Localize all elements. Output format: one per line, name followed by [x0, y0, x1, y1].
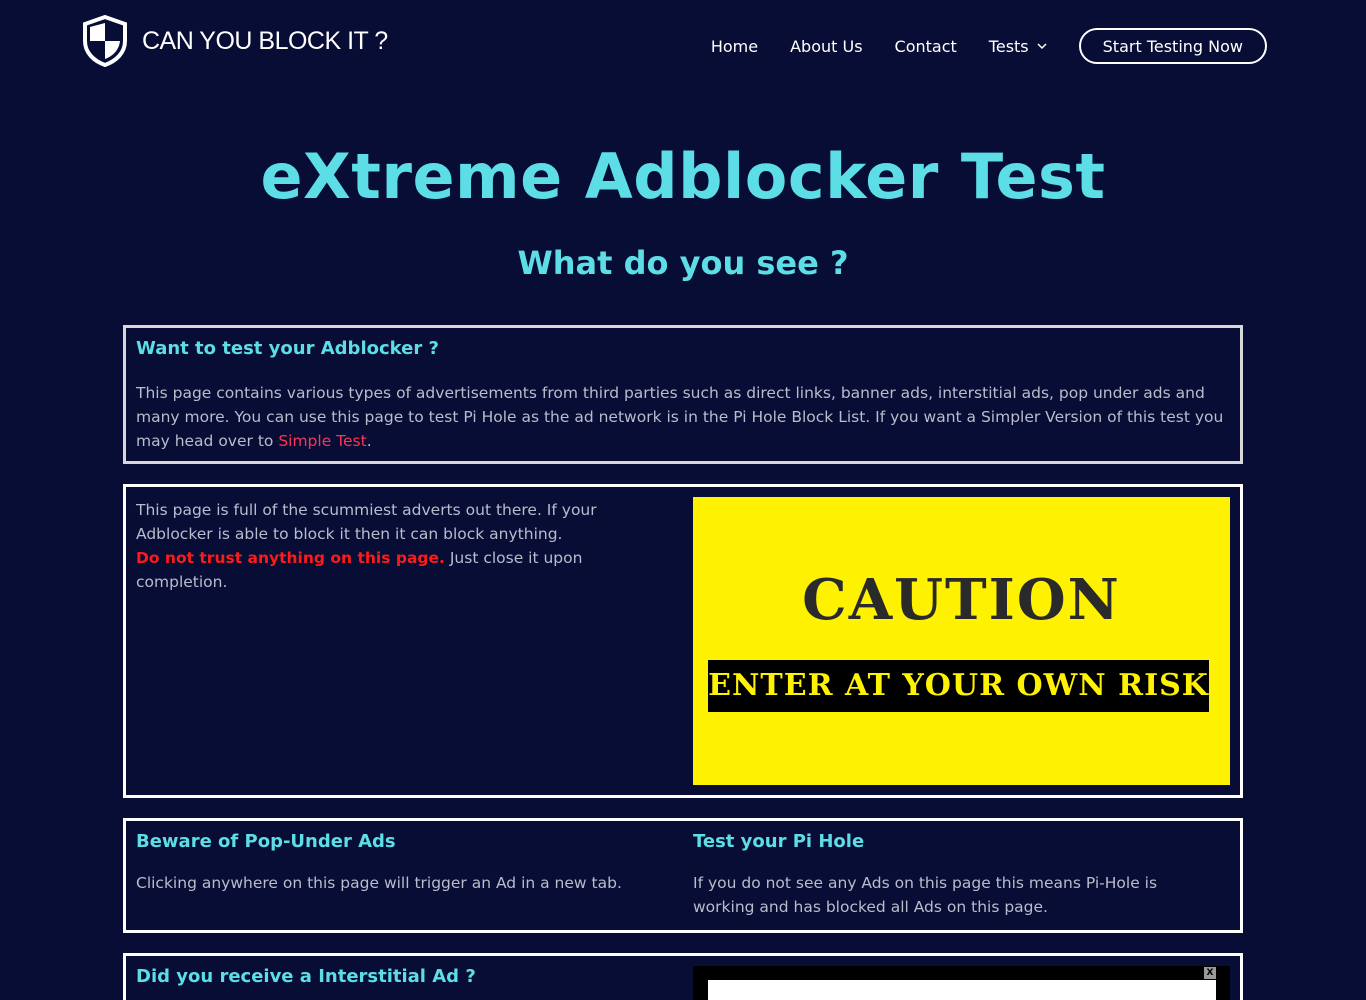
- site-header: CAN YOU BLOCK IT ? Home About Us Contact…: [0, 0, 1366, 92]
- close-icon[interactable]: X: [1204, 967, 1216, 979]
- chevron-down-icon: [1037, 43, 1047, 50]
- pihole-text: If you do not see any Ads on this page t…: [693, 874, 1158, 916]
- nav-home[interactable]: Home: [711, 37, 758, 56]
- site-logo[interactable]: CAN YOU BLOCK IT ?: [82, 15, 388, 67]
- intro-section: Want to test your Adblocker ? This page …: [123, 325, 1243, 464]
- page-title: eXtreme Adblocker Test: [260, 140, 1106, 213]
- warning-section: This page is full of the scummiest adver…: [123, 484, 1243, 798]
- page-subtitle: What do you see ?: [517, 244, 849, 282]
- start-testing-button[interactable]: Start Testing Now: [1078, 28, 1267, 64]
- nav-about-us[interactable]: About Us: [790, 37, 862, 56]
- warning-text: This page is full of the scummiest adver…: [136, 498, 666, 594]
- main-nav: Home About Us Contact Tests Start Testin…: [711, 28, 1267, 64]
- popunder-info: Beware of Pop-Under Ads Clicking anywher…: [136, 831, 666, 895]
- caution-band: ENTER AT YOUR OWN RISK: [708, 660, 1209, 712]
- pihole-info: Test your Pi Hole If you do not see any …: [693, 831, 1223, 919]
- popunder-heading: Beware of Pop-Under Ads: [136, 831, 396, 852]
- popunder-text: Clicking anywhere on this page will trig…: [136, 874, 622, 892]
- warning-text-body: This page is full of the scummiest adver…: [136, 501, 597, 543]
- logo-text: CAN YOU BLOCK IT ?: [142, 26, 388, 55]
- shield-icon: [83, 15, 127, 67]
- interstitial-ad-frame[interactable]: X: [693, 966, 1230, 1000]
- nav-contact[interactable]: Contact: [895, 37, 957, 56]
- nav-tests[interactable]: Tests: [989, 37, 1047, 56]
- caution-title: CAUTION: [802, 567, 1121, 633]
- warning-alert: Do not trust anything on this page.: [136, 549, 445, 567]
- pihole-heading: Test your Pi Hole: [693, 831, 865, 852]
- interstitial-ad-content[interactable]: [708, 980, 1216, 1000]
- intro-heading: Want to test your Adblocker ?: [136, 338, 439, 359]
- intro-text: This page contains various types of adve…: [136, 381, 1226, 453]
- simple-test-link[interactable]: Simple Test: [278, 432, 366, 450]
- info-section: Beware of Pop-Under Ads Clicking anywher…: [123, 818, 1243, 933]
- interstitial-section: Did you receive a Interstitial Ad ? X: [123, 953, 1243, 1000]
- interstitial-heading: Did you receive a Interstitial Ad ?: [136, 966, 476, 987]
- caution-banner-ad[interactable]: CAUTION ENTER AT YOUR OWN RISK: [693, 497, 1230, 785]
- nav-tests-label: Tests: [988, 36, 1029, 56]
- intro-text-end: .: [366, 432, 372, 450]
